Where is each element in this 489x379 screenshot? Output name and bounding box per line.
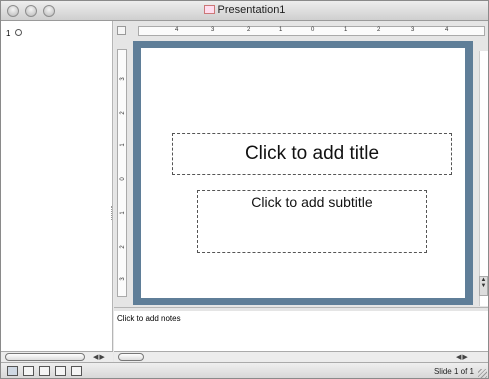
ruler-tick-label: 4: [175, 27, 179, 33]
ruler-tick-label: 2: [377, 27, 381, 33]
notes-placeholder[interactable]: Click to add notes: [117, 314, 181, 323]
ruler-tick-label: 1: [120, 211, 126, 215]
document-icon: [203, 5, 215, 14]
ruler-corner: [117, 26, 126, 35]
subtitle-placeholder[interactable]: Click to add subtitle: [197, 190, 427, 253]
status-bar: Slide 1 of 1: [1, 362, 488, 378]
ruler-tick-label: 0: [120, 177, 126, 181]
ruler-tick-label: 2: [120, 245, 126, 249]
window-title: Presentation1: [217, 4, 286, 16]
vertical-ruler: 3 2 1 0 1 2 3: [117, 49, 127, 297]
notes-pane[interactable]: Click to add notes: [114, 311, 488, 351]
slide-list-scrollbar[interactable]: ◀▶: [1, 351, 113, 362]
title-bar[interactable]: Presentation1: [1, 1, 488, 21]
vertical-scrollbar[interactable]: [479, 51, 488, 306]
window-title-wrap: Presentation1: [1, 4, 488, 16]
slide-canvas[interactable]: Click to add title Click to add subtitle: [141, 48, 465, 298]
resize-grip[interactable]: [478, 369, 487, 378]
ruler-tick-label: 1: [344, 27, 348, 33]
ruler-tick-label: 2: [247, 27, 251, 33]
ruler-tick-label: 3: [120, 277, 126, 281]
slide-frame: Click to add title Click to add subtitle: [133, 41, 473, 305]
scroll-arrows-icon[interactable]: ◀▶: [456, 353, 469, 361]
scroll-arrows-icon[interactable]: ◀▶: [93, 353, 106, 361]
slide-list-pane[interactable]: 1: [1, 21, 113, 351]
ruler-tick-label: 3: [120, 77, 126, 81]
slide-position-label: Slide 1 of 1: [433, 367, 474, 376]
ruler-tick-label: 2: [120, 111, 126, 115]
slide-editing-area: 4 3 2 1 0 1 2 3 4 3 2 1 0 1 2 3 Click to…: [114, 21, 488, 307]
slide-transition-icon: [15, 29, 22, 36]
horizontal-ruler: 4 3 2 1 0 1 2 3 4: [138, 26, 485, 36]
ruler-tick-label: 1: [279, 27, 283, 33]
title-placeholder[interactable]: Click to add title: [172, 133, 452, 175]
ruler-tick-label: 3: [211, 27, 215, 33]
presentation-window: Presentation1 1 4 3 2 1 0 1 2 3 4 3 2 1 …: [0, 0, 489, 379]
slide-navigation-buttons[interactable]: ▲ ▼: [479, 276, 488, 296]
scroll-thumb[interactable]: [118, 353, 144, 361]
pane-splitter[interactable]: [111, 206, 113, 220]
scroll-thumb[interactable]: [5, 353, 85, 361]
horizontal-scrollbar[interactable]: ◀▶: [114, 351, 488, 362]
outline-view-icon[interactable]: [23, 366, 34, 376]
slide-thumbnail-number[interactable]: 1: [6, 29, 10, 38]
slide-view-icon[interactable]: [39, 366, 50, 376]
normal-view-icon[interactable]: [7, 366, 18, 376]
ruler-tick-label: 1: [120, 143, 126, 147]
ruler-tick-label: 0: [311, 27, 315, 33]
ruler-tick-label: 4: [445, 27, 449, 33]
slideshow-icon[interactable]: [71, 366, 82, 376]
slide-sorter-icon[interactable]: [55, 366, 66, 376]
ruler-tick-label: 3: [411, 27, 415, 33]
